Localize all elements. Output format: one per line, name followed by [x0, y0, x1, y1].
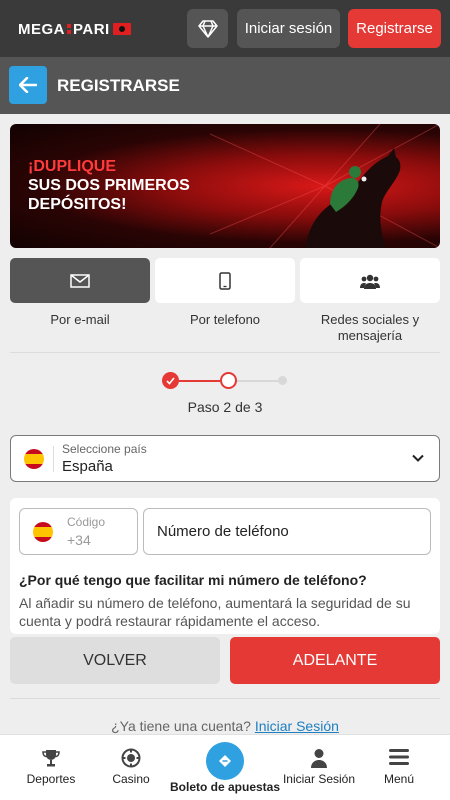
- top-bar: MEGA PARI Iniciar sesión Registrarse: [0, 0, 450, 57]
- nav-menu[interactable]: Menú: [360, 735, 438, 800]
- phone-number-input[interactable]: [143, 508, 431, 555]
- step-line-completed: [179, 380, 220, 382]
- albania-flag-icon: [112, 23, 131, 35]
- logo-separator: [67, 24, 71, 34]
- user-icon: [311, 749, 327, 768]
- chevron-down-icon: [412, 454, 424, 462]
- envelope-icon: [70, 273, 90, 288]
- next-step-button[interactable]: ADELANTE: [230, 637, 440, 684]
- banner-line-3: DEPÓSITOS!: [28, 196, 127, 213]
- ticket-icon: [219, 755, 231, 767]
- nav-casino[interactable]: Casino: [92, 735, 170, 800]
- divider: [10, 698, 440, 699]
- back-step-button[interactable]: VOLVER: [10, 637, 220, 684]
- logo-pari: PARI: [73, 20, 110, 38]
- have-account-prompt: ¿Ya tiene una cuenta? Iniciar Sesión: [0, 718, 450, 734]
- select-separator: [53, 446, 54, 472]
- back-button[interactable]: [9, 66, 47, 104]
- page-title: REGISTRARSE: [57, 76, 180, 95]
- header-login-button[interactable]: Iniciar sesión: [237, 9, 340, 48]
- step-1-done: [162, 372, 179, 389]
- logo-mega: MEGA: [18, 20, 65, 38]
- spain-flag-icon: [33, 522, 53, 542]
- step-line-pending: [237, 380, 278, 382]
- why-phone-title: ¿Por qué tengo que facilitar mi número d…: [19, 572, 367, 588]
- tab-phone-label: Por telefono: [189, 312, 261, 327]
- header-register-button[interactable]: Registrarse: [348, 9, 441, 48]
- tab-social-label: Redes sociales y mensajería: [320, 312, 420, 343]
- tab-email-label: Por e-mail: [50, 312, 110, 327]
- country-value: España: [62, 458, 113, 475]
- code-value: +34: [67, 532, 91, 548]
- banner-line-2: SUS DOS PRIMEROS: [28, 177, 190, 194]
- have-account-question: ¿Ya tiene una cuenta?: [111, 718, 251, 734]
- phone-form-card: Código +34 ¿Por qué tengo que facilitar …: [10, 498, 440, 634]
- nav-sports[interactable]: Deportes: [12, 735, 90, 800]
- nav-betslip-label: Boleto de apuestas: [170, 780, 281, 794]
- promo-banner[interactable]: ¡DUPLIQUE SUS DOS PRIMEROS DEPÓSITOS!: [10, 124, 440, 248]
- phone-icon: [219, 271, 231, 290]
- step-3-pending: [278, 376, 287, 385]
- title-bar: REGISTRARSE: [0, 57, 450, 114]
- step-text: Paso 2 de 3: [187, 399, 263, 415]
- nav-login[interactable]: Iniciar Sesión: [280, 735, 358, 800]
- code-label: Código: [67, 515, 106, 529]
- country-label: Seleccione país: [62, 442, 147, 456]
- bottom-navigation: Deportes Casino Boleto de apuestas Inici…: [0, 734, 450, 800]
- jockey-horse-image: [210, 124, 440, 248]
- nav-casino-label: Casino: [112, 772, 150, 786]
- tab-social[interactable]: [300, 258, 440, 303]
- nav-betslip[interactable]: Boleto de apuestas: [170, 735, 280, 800]
- nav-sports-label: Deportes: [26, 772, 76, 786]
- divider: [10, 352, 440, 353]
- casino-chip-icon: [121, 748, 141, 768]
- why-phone-text: Al añadir su número de teléfono, aumenta…: [19, 595, 411, 629]
- tab-phone[interactable]: [155, 258, 295, 303]
- betslip-circle: [206, 742, 244, 780]
- country-code-select[interactable]: Código +34: [19, 508, 138, 555]
- check-icon: [166, 376, 175, 385]
- users-icon: [360, 274, 380, 289]
- registration-method-tabs: Por e-mail Por telefono Redes sociales y…: [10, 258, 440, 348]
- banner-headline: ¡DUPLIQUE SUS DOS PRIMEROS DEPÓSITOS!: [28, 157, 190, 214]
- nav-login-label: Iniciar Sesión: [282, 772, 356, 786]
- hamburger-icon: [389, 749, 409, 765]
- megapari-logo[interactable]: MEGA PARI: [18, 19, 131, 39]
- spain-flag-icon: [24, 449, 44, 469]
- vip-diamond-button[interactable]: [187, 9, 228, 48]
- step-2-current: [220, 372, 237, 389]
- trophy-icon: [42, 750, 60, 767]
- step-progress: [162, 372, 292, 390]
- country-select[interactable]: Seleccione país España: [10, 435, 440, 482]
- arrow-left-icon: [19, 77, 37, 93]
- tab-email[interactable]: [10, 258, 150, 303]
- banner-line-1: ¡DUPLIQUE: [28, 158, 116, 175]
- diamond-icon: [197, 19, 218, 38]
- login-link[interactable]: Iniciar Sesión: [255, 718, 339, 734]
- nav-menu-label: Menú: [383, 772, 415, 786]
